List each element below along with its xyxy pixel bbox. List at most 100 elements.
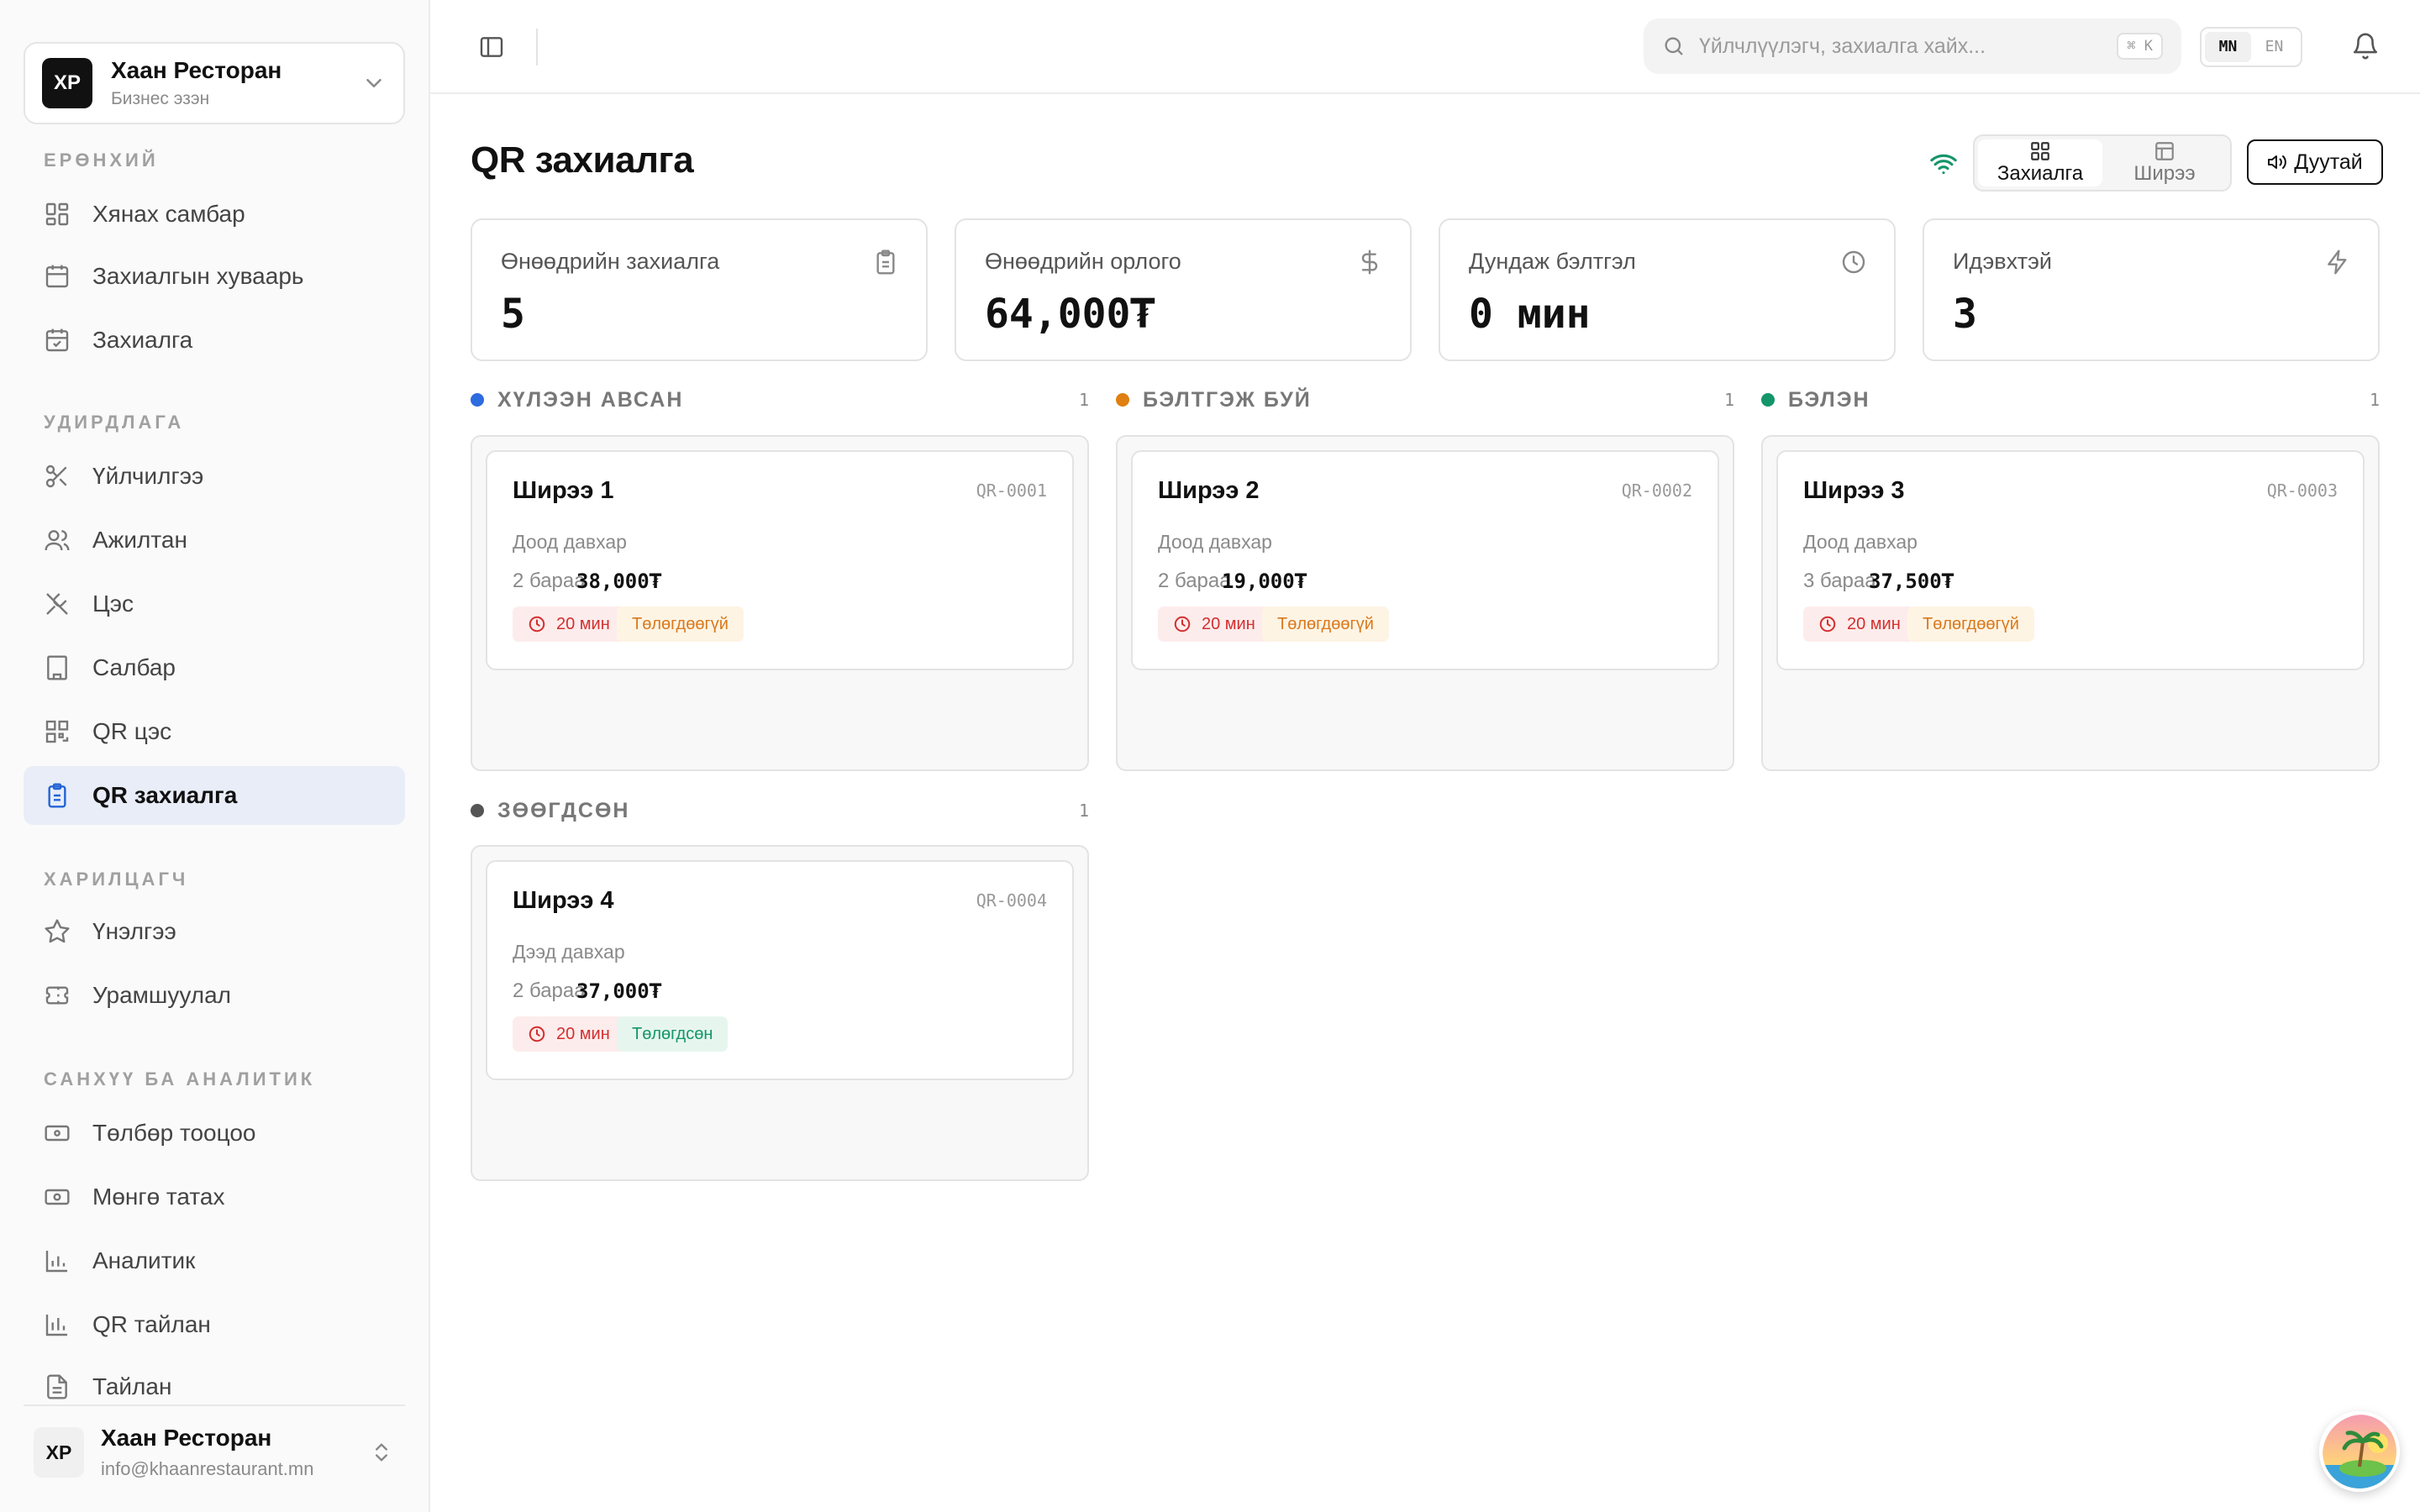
language-switch: MN EN bbox=[2200, 27, 2302, 67]
search-box[interactable]: ⌘ K bbox=[1644, 18, 2181, 74]
order-floor: Доод давхар bbox=[513, 531, 627, 553]
order-items: 2 бараа bbox=[513, 570, 586, 592]
clock-icon bbox=[1819, 616, 1836, 633]
search-input[interactable] bbox=[1699, 34, 2094, 59]
column-preparing: Ширээ 2 QR-0002 Доод давхар 2 бараа 19,0… bbox=[1116, 435, 1734, 771]
order-card[interactable]: Ширээ 3 QR-0003 Доод давхар 3 бараа 37,5… bbox=[1776, 450, 2365, 670]
grid-icon bbox=[2031, 142, 2049, 160]
sidebar-toggle-button[interactable] bbox=[472, 29, 511, 66]
sidebar-item-label: Аналитик bbox=[92, 1247, 196, 1273]
stat-value: 3 bbox=[1953, 291, 1977, 338]
stat-value: 0 мин bbox=[1469, 291, 1591, 338]
order-floor: Доод давхар bbox=[1803, 531, 1918, 553]
sidebar-item-label: QR захиалга bbox=[92, 782, 238, 808]
sidebar-item-qr-report[interactable]: QR тайлан bbox=[24, 1295, 405, 1354]
order-time-badge: 20 мин bbox=[1158, 606, 1270, 642]
lang-en-button[interactable]: EN bbox=[2251, 32, 2297, 62]
volume-icon bbox=[2268, 155, 2287, 169]
sidebar-item-analytics[interactable]: Аналитик bbox=[24, 1231, 405, 1290]
order-code: QR-0003 bbox=[2266, 480, 2338, 501]
bell-icon bbox=[2353, 33, 2378, 60]
dashboard-icon bbox=[45, 202, 69, 226]
order-table: Ширээ 2 bbox=[1158, 477, 1260, 504]
column-ready: Ширээ 3 QR-0003 Доод давхар 3 бараа 37,5… bbox=[1761, 435, 2380, 771]
sidebar-item-label: Захиалгын хуваарь bbox=[92, 263, 304, 289]
sidebar-item-withdraw[interactable]: Мөнгө татах bbox=[24, 1168, 405, 1226]
order-time-badge: 20 мин bbox=[513, 606, 625, 642]
sidebar-item-staff[interactable]: Ажилтан bbox=[24, 511, 405, 570]
notifications-button[interactable] bbox=[2348, 29, 2383, 64]
page-title: QR захиалга bbox=[471, 139, 694, 181]
payment-status-badge: Төлөгдөөгүй bbox=[617, 606, 744, 642]
account-menu[interactable]: ХР Хаан Ресторан info@khaanrestaurant.mn bbox=[24, 1404, 405, 1499]
order-total: 19,000₮ bbox=[1222, 570, 1307, 593]
order-items: 3 бараа bbox=[1803, 570, 1876, 592]
tab-orders[interactable]: Захиалга bbox=[1978, 139, 2102, 186]
section-finance: САНХҮҮ БА АНАЛИТИК bbox=[44, 1068, 316, 1089]
order-card[interactable]: Ширээ 2 QR-0002 Доод давхар 2 бараа 19,0… bbox=[1131, 450, 1719, 670]
column-title: БЭЛТГЭЖ БУЙ bbox=[1143, 387, 1312, 412]
stat-value: 64,000₮ bbox=[985, 291, 1155, 338]
clock-icon bbox=[1842, 250, 1865, 274]
clock-icon bbox=[529, 616, 545, 633]
order-floor: Доод давхар bbox=[1158, 531, 1272, 553]
sidebar-item-promotions[interactable]: Урамшуулал bbox=[24, 966, 405, 1025]
sidebar-item-label: Цэс bbox=[92, 591, 134, 617]
stat-label: Өнөөдрийн захиалга bbox=[501, 249, 720, 274]
wifi-icon bbox=[1930, 154, 1957, 175]
clipboard-icon bbox=[876, 249, 895, 275]
sidebar-item-label: Ажилтан bbox=[92, 527, 187, 553]
calendar-icon bbox=[45, 265, 69, 288]
sidebar-item-menu[interactable]: Цэс bbox=[24, 575, 405, 633]
sidebar-item-schedule[interactable]: Захиалгын хуваарь bbox=[24, 247, 405, 306]
sidebar-item-qr-menu[interactable]: QR цэс bbox=[24, 702, 405, 761]
column-count: 1 bbox=[1078, 390, 1089, 410]
order-items: 2 бараа bbox=[1158, 570, 1231, 592]
status-dot bbox=[1761, 393, 1775, 407]
order-card[interactable]: Ширээ 1 QR-0001 Доод давхар 2 бараа 38,0… bbox=[486, 450, 1074, 670]
sidebar-item-qr-orders[interactable]: QR захиалга bbox=[24, 766, 405, 825]
column-count: 1 bbox=[1078, 801, 1089, 821]
sidebar-item-reviews[interactable]: Үнэлгээ bbox=[24, 902, 405, 961]
order-code: QR-0002 bbox=[1621, 480, 1692, 501]
scissors-icon bbox=[45, 465, 67, 488]
sidebar-panel-icon bbox=[480, 37, 503, 57]
sidebar-item-label: Хянах самбар bbox=[92, 201, 245, 227]
sidebar-item-branches[interactable]: Салбар bbox=[24, 638, 405, 697]
column-title: ХҮЛЭЭН АВСАН bbox=[497, 387, 684, 412]
sound-toggle-button[interactable]: Дуутай bbox=[2247, 139, 2383, 185]
clock-icon bbox=[529, 1026, 545, 1042]
tab-tables[interactable]: Ширээ bbox=[2102, 139, 2227, 186]
section-management: УДИРДЛАГА bbox=[44, 412, 185, 433]
org-switcher[interactable]: ХР Хаан Ресторан Бизнес эзэн bbox=[24, 42, 405, 124]
order-floor: Дээд давхар bbox=[513, 941, 625, 963]
ticket-icon bbox=[45, 986, 69, 1005]
qr-code-icon bbox=[45, 720, 69, 743]
sidebar: ХР Хаан Ресторан Бизнес эзэн ЕРӨНХИЙ Хян… bbox=[0, 0, 430, 1512]
sidebar-item-label: Салбар bbox=[92, 654, 176, 680]
column-served: Ширээ 4 QR-0004 Дээд давхар 2 бараа 37,0… bbox=[471, 845, 1089, 1181]
sidebar-item-label: Захиалга bbox=[92, 327, 193, 353]
sidebar-item-payments[interactable]: Төлбөр тооцоо bbox=[24, 1104, 405, 1163]
sidebar-item-dashboard[interactable]: Хянах самбар bbox=[24, 185, 405, 244]
order-total: 37,500₮ bbox=[1869, 570, 1954, 593]
order-card[interactable]: Ширээ 4 QR-0004 Дээд давхар 2 бараа 37,0… bbox=[486, 860, 1074, 1080]
order-time: 20 мин bbox=[556, 1024, 610, 1043]
assistant-button[interactable] bbox=[2319, 1411, 2400, 1492]
account-avatar: ХР bbox=[34, 1427, 84, 1478]
lang-mn-button[interactable]: MN bbox=[2205, 32, 2251, 62]
wallet-icon bbox=[45, 1189, 70, 1205]
section-customers: ХАРИЛЦАГЧ bbox=[44, 869, 189, 890]
order-code: QR-0001 bbox=[976, 480, 1047, 501]
sidebar-item-services[interactable]: Үйлчилгээ bbox=[24, 447, 405, 506]
payment-status-badge: Төлөгдөөгүй bbox=[1907, 606, 2034, 642]
sidebar-item-bookings[interactable]: Захиалга bbox=[24, 311, 405, 370]
island-icon bbox=[2323, 1415, 2396, 1488]
sidebar-item-label: Мөнгө татах bbox=[92, 1184, 225, 1210]
column-received: Ширээ 1 QR-0001 Доод давхар 2 бараа 38,0… bbox=[471, 435, 1089, 771]
table-icon bbox=[2155, 142, 2174, 160]
bar-chart-icon bbox=[45, 1315, 67, 1336]
order-items: 2 бараа bbox=[513, 979, 586, 1002]
payment-status-badge: Төлөгдсөн bbox=[617, 1016, 729, 1052]
utensils-icon bbox=[46, 593, 68, 615]
